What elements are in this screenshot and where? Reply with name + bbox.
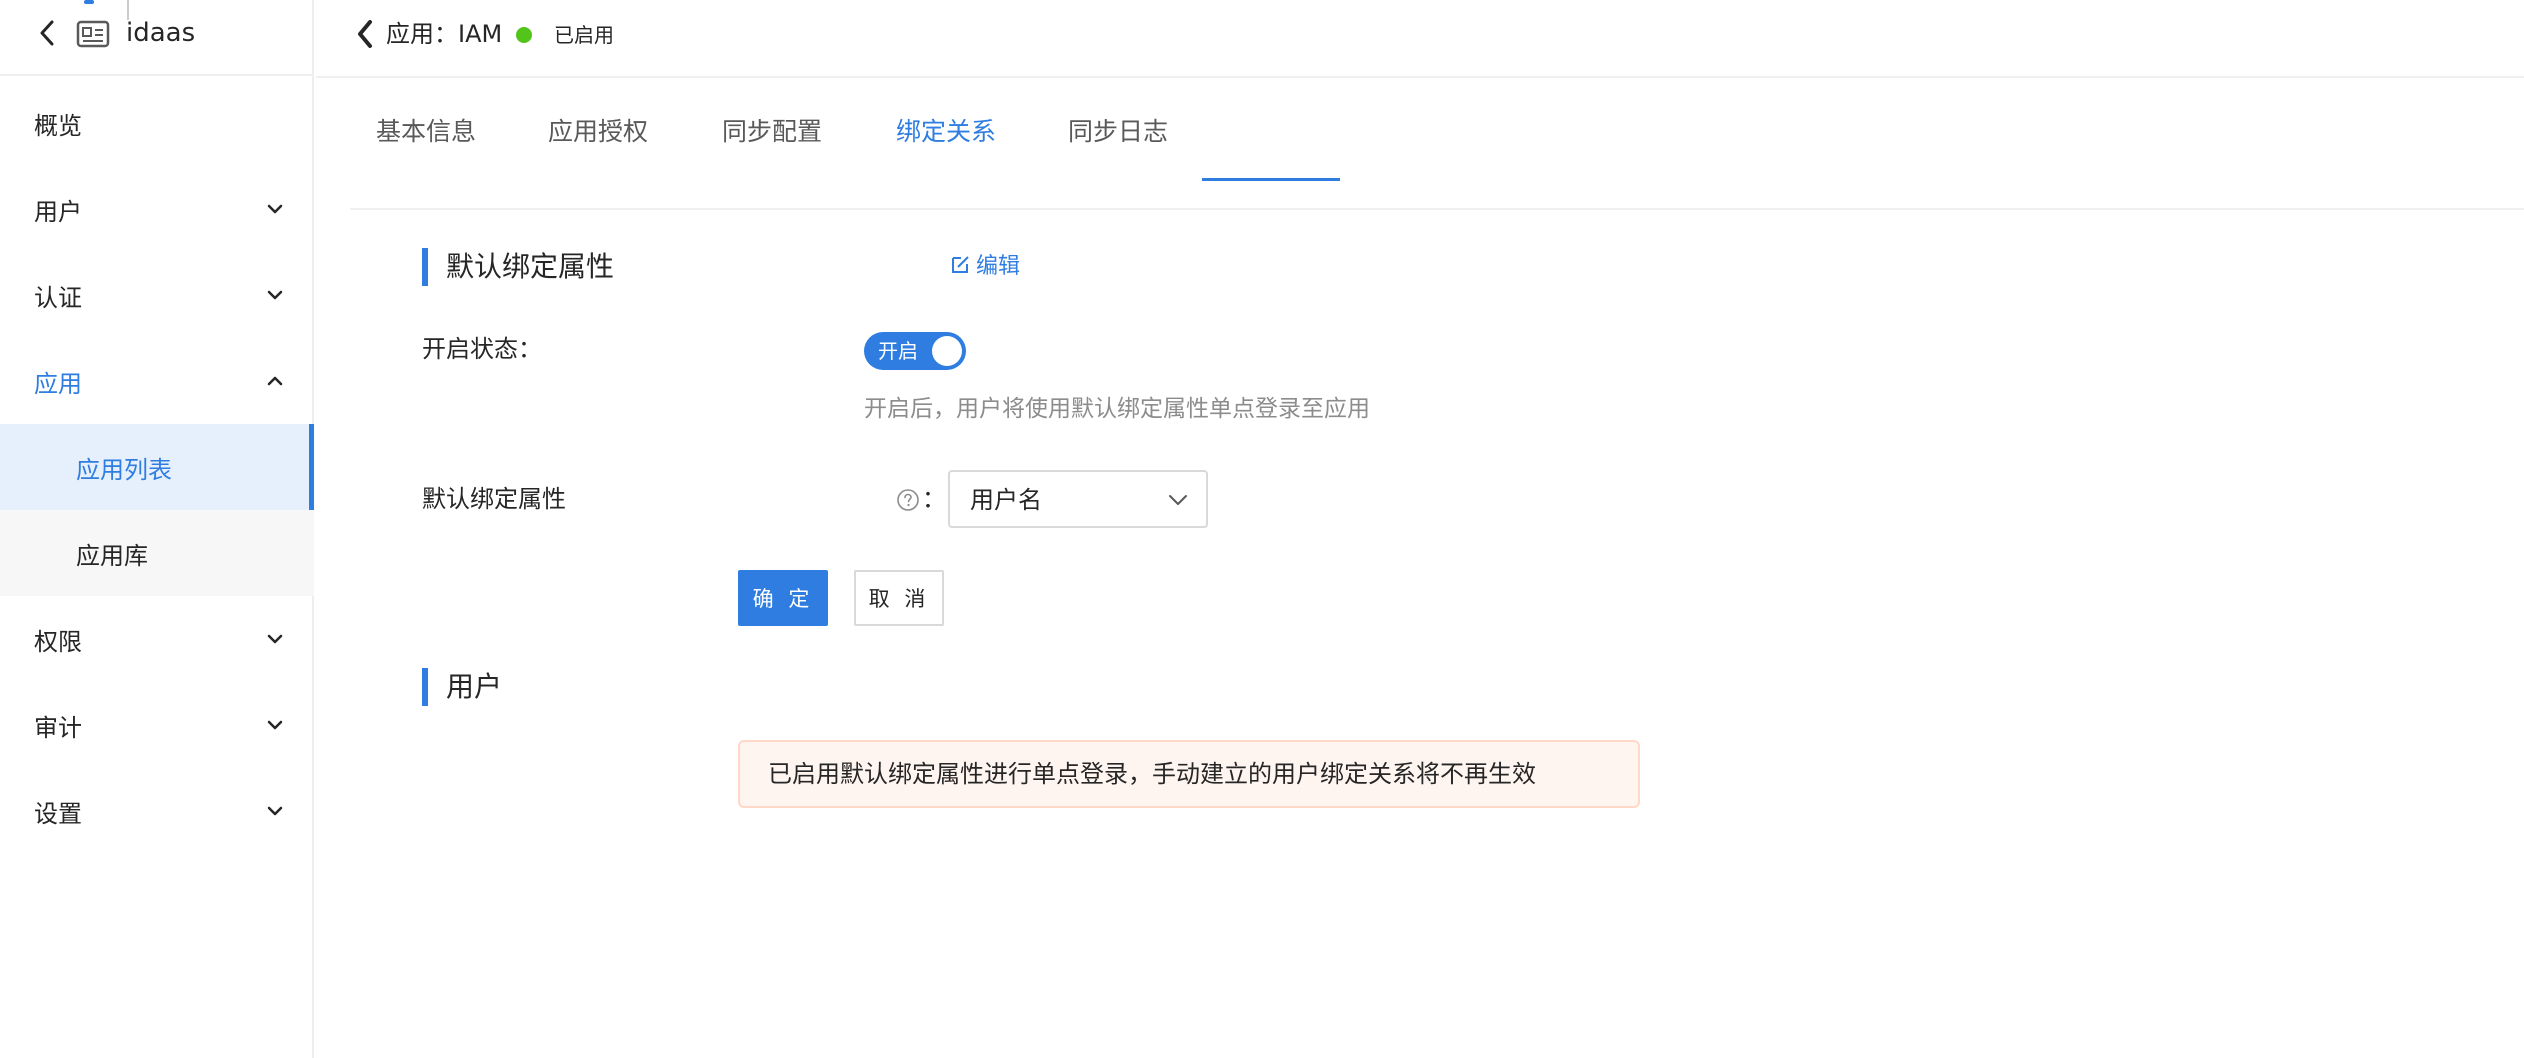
main-content: 应用：IAM 已启用 基本信息 应用授权 同步配置 绑定关系 同步日志 默认绑定… xyxy=(316,0,2524,1058)
sidebar-item-label: 认证 xyxy=(34,283,82,312)
sidebar-item-auth[interactable]: 认证 xyxy=(0,252,314,338)
chevron-down-icon xyxy=(267,290,283,300)
sidebar-item-app-library[interactable]: 应用库 xyxy=(0,510,314,596)
sidebar-item-label: 概览 xyxy=(34,111,82,140)
tab-basic-info[interactable]: 基本信息 xyxy=(376,114,476,210)
default-attribute-label: 默认绑定属性 xyxy=(422,485,566,513)
sidebar-item-label: 权限 xyxy=(34,627,82,656)
chevron-down-icon xyxy=(267,806,283,816)
sidebar-item-label: 设置 xyxy=(34,799,82,828)
brand-name: idaas xyxy=(126,18,196,48)
page-header: 应用：IAM 已启用 xyxy=(316,0,2524,78)
sidebar-item-label: 应用 xyxy=(34,369,82,398)
sidebar-item-label: 用户 xyxy=(34,197,82,226)
chevron-down-icon xyxy=(1169,495,1187,505)
app-root: idaas 概览 用户 认证 应用 应用列表 应用库 权限 审计 设置 应用：I… xyxy=(0,0,2524,1058)
sidebar-item-settings[interactable]: 设置 xyxy=(0,768,314,854)
sidebar-item-app-list[interactable]: 应用列表 xyxy=(0,424,314,510)
chevron-down-icon xyxy=(267,204,283,214)
sidebar: idaas 概览 用户 认证 应用 应用列表 应用库 权限 审计 设置 xyxy=(0,0,314,1058)
tab-bar: 基本信息 应用授权 同步配置 绑定关系 同步日志 xyxy=(350,78,2524,210)
sidebar-submenu-apps: 应用列表 应用库 xyxy=(0,424,314,596)
edit-label: 编辑 xyxy=(976,254,1021,279)
sidebar-item-audit[interactable]: 审计 xyxy=(0,682,314,768)
sidebar-item-apps[interactable]: 应用 xyxy=(0,338,314,424)
sidebar-item-label: 应用库 xyxy=(76,541,148,570)
sidebar-item-label: 审计 xyxy=(34,713,82,742)
alert-text: 已启用默认绑定属性进行单点登录，手动建立的用户绑定关系将不再生效 xyxy=(768,760,1536,788)
tab-sync-log[interactable]: 同步日志 xyxy=(1068,114,1168,210)
confirm-button[interactable]: 确 定 xyxy=(738,570,828,626)
chevron-down-icon xyxy=(267,634,283,644)
back-icon[interactable] xyxy=(354,18,376,50)
default-attribute-select[interactable]: 用户名 xyxy=(948,470,1208,528)
active-tab-indicator xyxy=(1202,178,1340,181)
status-dot xyxy=(516,27,532,43)
warning-alert: 已启用默认绑定属性进行单点登录，手动建立的用户绑定关系将不再生效 xyxy=(738,740,1640,808)
brand-accent-mark xyxy=(84,0,94,4)
sidebar-menu: 概览 用户 认证 应用 应用列表 应用库 权限 审计 设置 xyxy=(0,80,314,854)
page-title: 应用：IAM xyxy=(386,20,503,48)
sidebar-item-users[interactable]: 用户 xyxy=(0,166,314,252)
section-title-users: 用户 xyxy=(422,668,502,706)
section-title-default-binding: 默认绑定属性 xyxy=(422,248,614,286)
sidebar-header: idaas xyxy=(0,0,314,76)
toggle-label: 开启 xyxy=(878,339,918,363)
enable-hint: 开启后，用户将使用默认绑定属性单点登录至应用 xyxy=(864,396,1370,422)
tab-sync-config[interactable]: 同步配置 xyxy=(722,114,822,210)
toggle-knob xyxy=(932,336,962,366)
sidebar-item-label: 应用列表 xyxy=(76,455,172,484)
question-circle-icon[interactable] xyxy=(896,488,920,512)
back-icon[interactable] xyxy=(34,16,60,50)
edit-button[interactable]: 编辑 xyxy=(950,248,1020,280)
status-badge: 已启用 xyxy=(554,23,614,47)
chevron-down-icon xyxy=(267,720,283,730)
sidebar-item-overview[interactable]: 概览 xyxy=(0,80,314,166)
enable-toggle[interactable]: 开启 xyxy=(864,332,966,370)
edit-icon xyxy=(952,256,969,273)
select-value: 用户名 xyxy=(970,486,1042,514)
attribute-colon: ： xyxy=(922,485,946,513)
enable-status-label: 开启状态： xyxy=(422,335,542,363)
app-card-icon xyxy=(76,20,110,48)
tab-binding[interactable]: 绑定关系 xyxy=(896,114,996,210)
tab-app-authorization[interactable]: 应用授权 xyxy=(548,114,648,210)
cancel-button[interactable]: 取 消 xyxy=(854,570,944,626)
chevron-up-icon xyxy=(267,376,283,386)
sidebar-item-permissions[interactable]: 权限 xyxy=(0,596,314,682)
